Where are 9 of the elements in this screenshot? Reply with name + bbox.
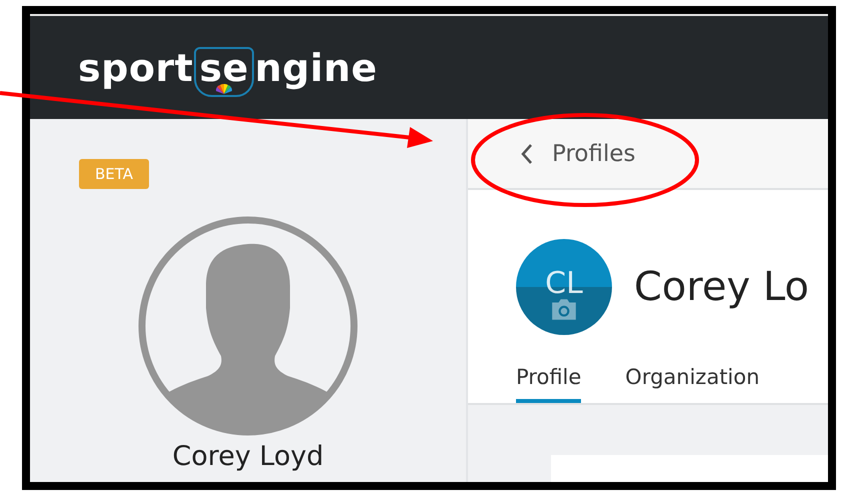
user-silhouette-icon [138, 216, 358, 436]
avatar-initials: CL [545, 266, 583, 300]
profile-tab[interactable]: Organization [625, 365, 760, 403]
brand-logo[interactable]: sport se ngine [78, 38, 378, 96]
user-name: Corey Loyd [172, 441, 324, 472]
back-link[interactable]: Profiles [520, 140, 636, 166]
profile-name: Corey Lo [634, 264, 810, 310]
chevron-left-icon[interactable] [520, 142, 534, 164]
beta-badge: BETA [79, 159, 150, 189]
